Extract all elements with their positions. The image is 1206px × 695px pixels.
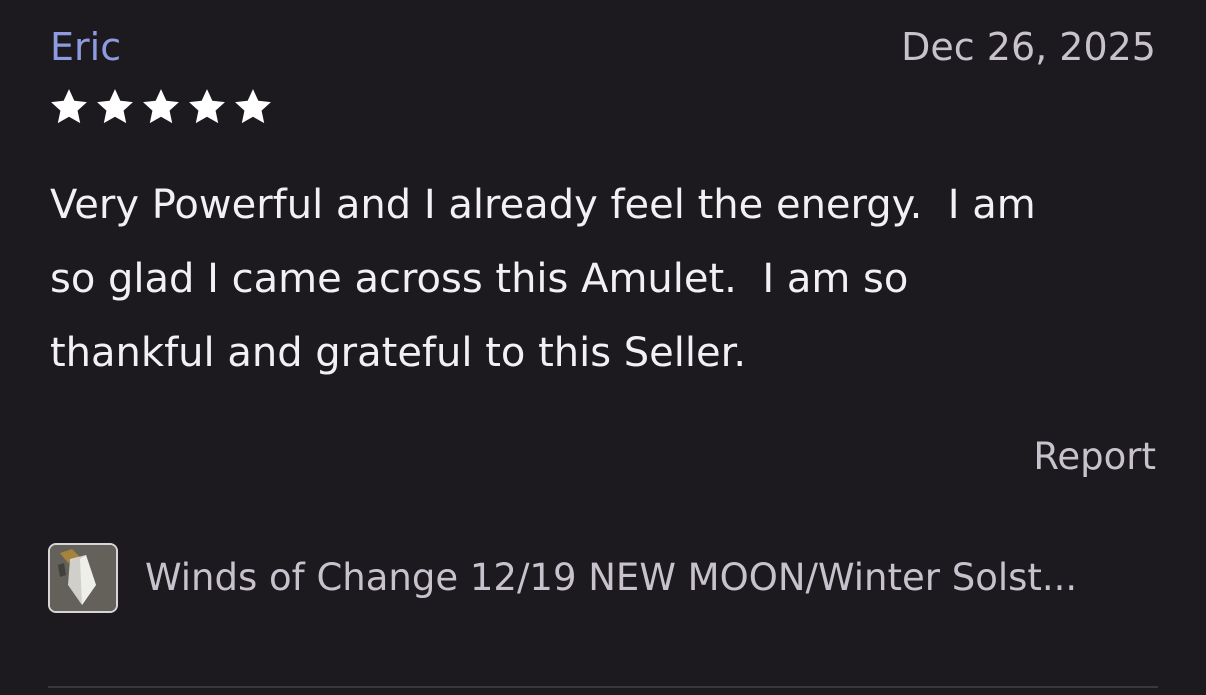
star-icon	[51, 89, 87, 124]
star-rating	[48, 86, 274, 128]
star-icon	[189, 89, 225, 124]
report-button[interactable]: Report	[1033, 432, 1156, 482]
item-title[interactable]: Winds of Change 12/19 NEW MOON/Winter So…	[145, 553, 1077, 603]
star-icon	[143, 89, 179, 124]
review-date: Dec 26, 2025	[901, 25, 1156, 69]
item-thumbnail[interactable]	[48, 543, 118, 613]
divider	[48, 686, 1158, 688]
review-body: Very Powerful and I already feel the ene…	[50, 182, 1036, 376]
star-icon	[97, 89, 133, 124]
star-icon	[235, 89, 271, 124]
review-card: Eric Dec 26, 2025 Very Powerful and I al…	[0, 0, 1206, 695]
crystal-pendant-icon	[50, 545, 116, 611]
reviewed-item-link[interactable]: Winds of Change 12/19 NEW MOON/Winter So…	[48, 540, 1158, 616]
reviewer-name-link[interactable]: Eric	[50, 22, 121, 72]
